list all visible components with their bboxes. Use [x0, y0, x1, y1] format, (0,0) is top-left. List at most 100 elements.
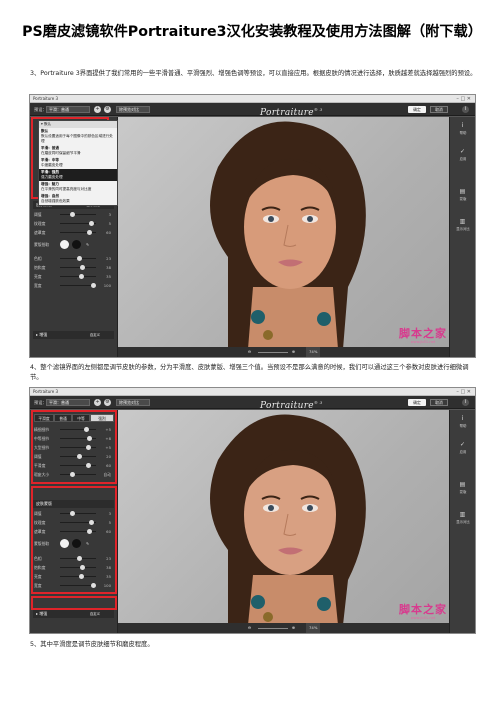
mask-picker-row[interactable]: 蒙版拾取 ✎ — [34, 240, 113, 249]
mask-color-slider-row[interactable]: 宽度 100 — [34, 282, 113, 289]
highlight-box-smoothing — [31, 410, 117, 484]
slider-track[interactable] — [60, 212, 96, 217]
highlight-box-enhance — [31, 596, 117, 610]
compare-button[interactable]: 除预览对比 — [116, 399, 150, 406]
document-title: PS磨皮滤镜软件Portraiture3汉化安装教程及使用方法图解（附下载） — [22, 24, 482, 40]
slider-label: 亮度 — [34, 274, 42, 279]
rightbar-0-icon[interactable]: i — [458, 121, 467, 130]
rightbar-2-icon[interactable]: ▤ — [458, 480, 467, 489]
mask-color-slider-row[interactable]: 亮度 35 — [34, 273, 113, 280]
slider-track[interactable] — [60, 256, 96, 261]
color-swatch-white — [60, 240, 69, 249]
rightbar-1-icon[interactable]: ✓ — [458, 147, 467, 156]
preset-option[interactable]: 增强：魅力 在平滑的同时提高亮度与对比度 — [39, 181, 117, 193]
step-4-text: 4、整个滤镜界面的左侧都是调节皮肤的参数，分为平滑度、皮肤蒙版、增强三个值。当预… — [30, 364, 469, 381]
zoom-bar: ⊖ ⊕ 74% — [118, 347, 449, 357]
mask-color-slider-row[interactable]: 饱和度 38 — [34, 264, 113, 271]
cancel-button[interactable]: 取消 — [430, 106, 448, 113]
slider-label: 遮罩度 — [34, 230, 46, 235]
enhance-section-header[interactable]: ▸ 增强 自定义 — [33, 610, 114, 618]
preset-option[interactable]: 平滑：强烈 强力磨皮处理 — [39, 169, 117, 181]
ok-button[interactable]: 确定 — [408, 106, 426, 113]
slider-value: 100 — [103, 283, 111, 288]
slider-knob[interactable] — [88, 221, 94, 226]
preset-select[interactable]: 平滑：普通 — [46, 399, 90, 406]
smoothing-slider-row[interactable]: 纹理度 5 — [34, 220, 113, 227]
preset-option[interactable]: 默认 默认设置适用于每个图像中的肤色区域进行处理 — [39, 128, 117, 145]
rightbar-label: 显示对比 — [456, 520, 470, 524]
zoom-in-icon[interactable]: ⊕ — [292, 623, 295, 633]
zoom-out-icon[interactable]: ⊖ — [248, 347, 251, 357]
slider-value: 60 — [106, 230, 111, 235]
rightbar-3-icon[interactable]: ▥ — [458, 217, 467, 226]
slider-track[interactable] — [60, 265, 96, 270]
rightbar-label: 帮助 — [459, 424, 467, 428]
zoom-level[interactable]: 74% — [306, 623, 321, 633]
zoom-slider[interactable] — [258, 627, 288, 629]
compare-button[interactable]: 除预览对比 — [116, 106, 150, 113]
zoom-level[interactable]: 74% — [306, 347, 321, 357]
color-swatch-black — [72, 240, 81, 249]
rightbar-label: 蒙版 — [459, 197, 467, 201]
slider-knob[interactable] — [80, 265, 86, 270]
rightbar-label: 应用 — [459, 450, 467, 454]
slider-value: 23 — [106, 256, 111, 261]
right-toolbar: i 帮助 ✓ 应用 ▤ 蒙版 ▥ 显示对比 — [449, 117, 475, 357]
slider-value: 5 — [108, 221, 111, 226]
toolbar: 预设： 平滑：普通 + ⚙ 除预览对比 Portraiture® 3 确定 取消… — [30, 103, 475, 118]
slider-knob[interactable] — [90, 283, 96, 288]
slider-label: 饱和度 — [34, 265, 46, 270]
rightbar-0-icon[interactable]: i — [458, 414, 467, 423]
dropdown-header[interactable]: ▾ 默认 — [39, 121, 117, 128]
add-preset-icon[interactable]: + — [94, 399, 101, 406]
settings-icon[interactable]: ⚙ — [104, 106, 111, 113]
slider-value: 3 — [108, 212, 111, 217]
ok-button[interactable]: 确定 — [408, 399, 426, 406]
add-preset-icon[interactable]: + — [94, 106, 101, 113]
window-controls[interactable]: – □ ✕ — [456, 388, 471, 396]
rightbar-3-icon[interactable]: ▥ — [458, 510, 467, 519]
slider-knob[interactable] — [87, 230, 93, 235]
zoom-slider[interactable] — [258, 351, 288, 353]
rightbar-label: 帮助 — [459, 131, 467, 135]
slider-track[interactable] — [60, 221, 96, 226]
info-icon[interactable]: i — [462, 106, 469, 113]
enhance-section-header[interactable]: ▸ 增强 自定义 — [33, 331, 114, 339]
preset-dropdown: ▾ 默认 默认 默认设置适用于每个图像中的肤色区域进行处理 平滑：普通 在磨皮同时保留… — [38, 120, 118, 206]
step-5-text: 5、其中平滑度是调节皮肤细节和磨皮程度。 — [30, 641, 154, 648]
smoothing-slider-row[interactable]: 阈值 3 — [34, 211, 113, 218]
slider-value: 35 — [106, 274, 111, 279]
zoom-bar: ⊖ ⊕ 74% — [118, 623, 449, 633]
cancel-button[interactable]: 取消 — [430, 399, 448, 406]
preset-option[interactable]: 平滑：中等 中度磨皮处理 — [39, 157, 117, 169]
slider-knob[interactable] — [70, 212, 76, 217]
right-toolbar: i 帮助 ✓ 应用 ▤ 蒙版 ▥ 显示对比 — [449, 410, 475, 633]
slider-track[interactable] — [60, 230, 96, 235]
preview-photo — [118, 410, 451, 625]
portrait-image — [210, 414, 366, 625]
preset-option[interactable]: 增强：自然 自然增强肤色效果 — [39, 193, 117, 205]
slider-knob[interactable] — [77, 256, 82, 261]
watermark: 脚本之家 www.jb51.net — [399, 603, 447, 621]
preset-select[interactable]: 平滑：普通 — [46, 106, 90, 113]
zoom-in-icon[interactable]: ⊕ — [292, 347, 295, 357]
rightbar-label: 蒙版 — [459, 490, 467, 494]
slider-knob[interactable] — [78, 274, 84, 279]
settings-icon[interactable]: ⚙ — [104, 399, 111, 406]
eyedropper-icon: ✎ — [86, 242, 90, 247]
slider-track[interactable] — [60, 283, 96, 288]
zoom-out-icon[interactable]: ⊖ — [248, 623, 251, 633]
rightbar-1-icon[interactable]: ✓ — [458, 440, 467, 449]
toolbar: 预设： 平滑：普通 + ⚙ 除预览对比 Portraiture® 3 确定 取消… — [30, 396, 475, 411]
smoothing-slider-row[interactable]: 遮罩度 60 — [34, 229, 113, 236]
rightbar-label: 显示对比 — [456, 227, 470, 231]
slider-label: 纹理度 — [34, 221, 46, 226]
slider-track[interactable] — [60, 274, 96, 279]
slider-label: 阈值 — [34, 212, 42, 217]
mask-color-slider-row[interactable]: 色相 23 — [34, 255, 113, 262]
preset-option[interactable]: 平滑：普通 在磨皮同时保留细节平滑 — [39, 145, 117, 157]
rightbar-2-icon[interactable]: ▤ — [458, 187, 467, 196]
window-controls[interactable]: – □ ✕ — [456, 95, 471, 103]
portrait-image — [210, 121, 366, 349]
info-icon[interactable]: i — [462, 399, 469, 406]
